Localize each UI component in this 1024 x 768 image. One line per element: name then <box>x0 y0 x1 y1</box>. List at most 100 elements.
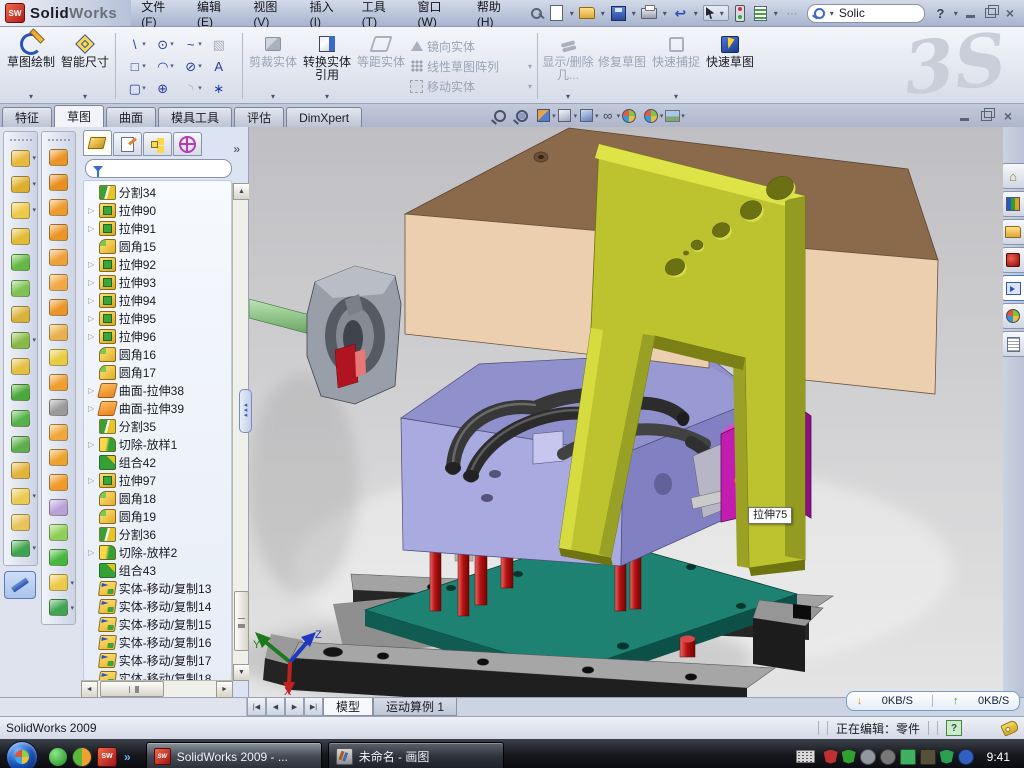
restore-button[interactable] <box>985 8 996 18</box>
sketch-entity-button[interactable]: ~ ▾ <box>179 33 207 55</box>
toolbar-button[interactable]: ▾ <box>4 535 37 561</box>
entity-dropdown[interactable]: ▾ <box>198 40 202 48</box>
tree-item[interactable]: ▷ 实体-移动/复制13 <box>84 579 231 597</box>
open-dropdown[interactable] <box>599 9 607 18</box>
command-dropdown[interactable]: ▾ <box>566 93 570 103</box>
scroll-left-button[interactable]: ◄ <box>81 681 98 698</box>
menu-item[interactable]: 编辑(E) <box>187 0 243 26</box>
tree-item[interactable]: ▷ 拉伸90 <box>84 201 231 219</box>
quick-launch-icon[interactable] <box>49 748 67 766</box>
tree-item[interactable]: ▷ 圆角19 <box>84 507 231 525</box>
network-speed-widget[interactable]: ↓ 0KB/S ↑ 0KB/S <box>846 691 1020 711</box>
command-row[interactable]: 线性草图阵列 ▾ <box>410 58 532 75</box>
panel-tab[interactable] <box>173 132 202 156</box>
toolbar-button[interactable]: ▾ <box>42 345 75 370</box>
menu-item[interactable]: 帮助(H) <box>467 0 524 26</box>
tree-horizontal-scrollbar[interactable]: ◄ ► <box>81 680 233 697</box>
panel-tab[interactable] <box>83 130 112 156</box>
toolbar-button[interactable]: ▾ <box>42 170 75 195</box>
taskpane-tab[interactable] <box>1001 331 1024 357</box>
command-dropdown[interactable]: ▾ <box>271 93 275 103</box>
menu-item[interactable]: 文件(F) <box>131 0 187 26</box>
expand-arrow[interactable]: ▷ <box>87 404 96 413</box>
save-dropdown[interactable] <box>630 9 638 18</box>
next-tab-button[interactable]: ▶ <box>285 698 304 716</box>
hud-dropdown[interactable]: ▾ <box>617 112 621 120</box>
toolbar-dropdown[interactable]: ▾ <box>32 336 36 344</box>
help-button[interactable]: ? <box>932 5 949 22</box>
toolbar-button[interactable]: ▾ <box>4 431 37 457</box>
options-checklist-button[interactable] <box>752 5 769 22</box>
taskbar-clock[interactable]: 9:41 <box>983 750 1018 764</box>
scroll-down-button[interactable]: ▼ <box>233 664 250 681</box>
toolbar-button[interactable]: ▾ <box>42 470 75 495</box>
last-tab-button[interactable]: ▶| <box>304 698 323 716</box>
undo-dropdown[interactable] <box>692 9 700 18</box>
toolbar-button[interactable]: ▾ <box>4 405 37 431</box>
command-dropdown[interactable]: ▾ <box>83 93 87 103</box>
save-button[interactable] <box>610 5 627 22</box>
sketch-entity-button[interactable]: ▧ ▾ <box>207 33 235 55</box>
tree-item[interactable]: ▷ 拉伸92 <box>84 255 231 273</box>
sketch-entity-button[interactable]: ▢ ▾ <box>123 77 151 99</box>
entity-dropdown[interactable]: ▾ <box>142 62 146 70</box>
display-pane-splitter[interactable]: ◂◂◂ <box>239 389 252 433</box>
expand-arrow[interactable]: ▷ <box>87 278 96 287</box>
hud-dropdown[interactable]: ▾ <box>552 112 556 120</box>
horizontal-scroll-thumb[interactable] <box>100 681 164 697</box>
new-dropdown[interactable] <box>568 9 576 18</box>
command-dropdown[interactable]: ▾ <box>528 82 532 91</box>
toolbar-button[interactable]: ▾ <box>42 220 75 245</box>
toolbar-button[interactable]: ▾ <box>42 270 75 295</box>
select-tool-button[interactable] <box>703 5 729 21</box>
open-button[interactable] <box>579 5 596 22</box>
tray-icon[interactable] <box>842 750 856 764</box>
command-row[interactable]: 移动实体 ▾ <box>410 78 532 95</box>
search-scope-dropdown[interactable] <box>828 9 836 18</box>
taskbar-window-button[interactable]: SW SolidWorks 2009 - ... <box>146 742 322 768</box>
tree-item[interactable]: ▷ 实体-移动/复制16 <box>84 633 231 651</box>
tray-icon[interactable] <box>824 750 838 764</box>
toolbar-dropdown[interactable]: ▾ <box>32 206 36 214</box>
expand-arrow[interactable]: ▷ <box>87 314 96 323</box>
toolbar-button[interactable]: ▾ <box>42 370 75 395</box>
expand-arrow[interactable]: ▷ <box>87 476 96 485</box>
command-dropdown[interactable]: ▾ <box>674 93 678 103</box>
pin-icon[interactable] <box>528 5 545 22</box>
toolbar-button[interactable]: ▾ <box>42 395 75 420</box>
hud-button[interactable]: ▾ <box>557 108 579 123</box>
toolbar-button[interactable]: ▾ <box>42 495 75 520</box>
toolbar-button[interactable]: ▾ <box>4 301 37 327</box>
new-document-button[interactable] <box>548 5 565 22</box>
toolbar-dropdown[interactable]: ▾ <box>32 544 36 552</box>
taskpane-tab[interactable] <box>1001 275 1024 301</box>
toolbar-button[interactable]: ▾ <box>42 320 75 345</box>
print-dropdown[interactable] <box>661 9 669 18</box>
hud-dropdown[interactable]: ▾ <box>660 112 664 120</box>
toolbar-button[interactable]: ▾ <box>4 509 37 535</box>
sketch-entity-button[interactable]: ∗ ▾ <box>207 77 235 99</box>
expand-arrow[interactable]: ▷ <box>87 386 96 395</box>
command-button[interactable]: 显示/删除几... ▾ <box>541 29 595 103</box>
toolbar-button[interactable]: ▾ <box>42 545 75 570</box>
command-tab[interactable]: DimXpert <box>286 107 362 127</box>
undo-button[interactable]: ↩ <box>672 5 689 22</box>
command-button[interactable]: 修复草图 ▾ <box>595 29 649 103</box>
graphics-viewport[interactable]: φ <box>249 127 1000 697</box>
toolbar-dropdown[interactable]: ▾ <box>32 492 36 500</box>
toolbar-button[interactable]: ▾ <box>4 171 37 197</box>
tray-icon[interactable] <box>880 749 896 765</box>
command-tab[interactable]: 草图 <box>54 105 104 127</box>
tree-item[interactable]: ▷ 组合42 <box>84 453 231 471</box>
red-insert[interactable] <box>335 344 358 388</box>
entity-dropdown[interactable]: ▾ <box>198 84 202 92</box>
toolbar-button[interactable]: ▾ <box>42 570 75 595</box>
expand-arrow[interactable]: ▷ <box>87 332 96 341</box>
command-tab[interactable]: 模具工具 <box>158 107 232 127</box>
tree-item[interactable]: ▷ 曲面-拉伸39 <box>84 399 231 417</box>
toolbar-button[interactable]: ▾ <box>4 275 37 301</box>
expand-arrow[interactable]: ▷ <box>87 260 96 269</box>
hud-button[interactable]: ▾ <box>492 108 514 123</box>
search-input-value[interactable]: Solic <box>839 6 865 20</box>
tree-item[interactable]: ▷ 切除-放样1 <box>84 435 231 453</box>
